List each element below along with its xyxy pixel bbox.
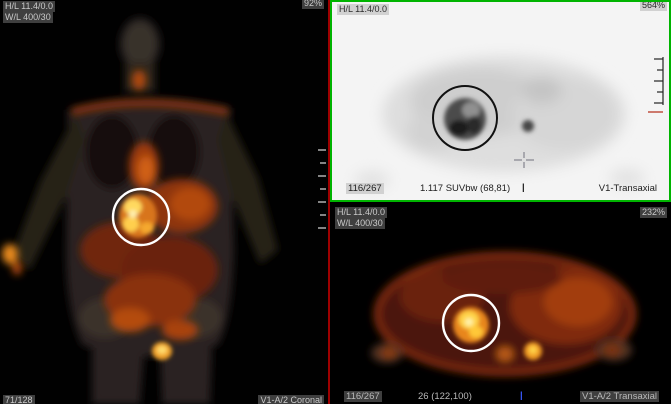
coronal-fused-image: [0, 0, 328, 404]
fused-hl-readout: H/L 11.4/0.0: [335, 207, 387, 218]
pet-cursor-divider: |: [522, 182, 525, 193]
pet-ct-viewer-window: H/L 11.4/0.0 W/L 400/30 92% 71/128 V1-A/…: [0, 0, 671, 404]
right-column: H/L 11.4/0.0 564% 116/267 1.117 SUVbw (6…: [330, 0, 671, 404]
coronal-zoom-level: 92%: [302, 0, 324, 9]
fused-transaxial-image: [330, 202, 671, 404]
coronal-wl-readout: W/L 400/30: [3, 12, 53, 23]
pet-hl-readout: H/L 11.4/0.0: [337, 4, 389, 15]
coronal-hl-readout: H/L 11.4/0.0: [3, 1, 55, 12]
fused-zoom-level: 232%: [640, 207, 667, 218]
fused-cursor-value: 26 (122,100): [418, 391, 472, 402]
fused-status-bar: 116/267 26 (122,100) | V1-A/2 Transaxial: [330, 390, 671, 404]
pet-status-bar: 116/267 1.117 SUVbw (68,81) | V1-Transax…: [332, 182, 669, 198]
fused-wl-readout: W/L 400/30: [335, 218, 385, 229]
pet-view-label: V1-Transaxial: [599, 183, 657, 194]
pet-zoom-level: 564%: [640, 0, 667, 11]
pet-slice-counter: 116/267: [346, 183, 384, 194]
fused-cursor-divider: |: [520, 390, 523, 401]
coronal-fused-viewport[interactable]: H/L 11.4/0.0 W/L 400/30 92% 71/128 V1-A/…: [0, 0, 328, 404]
pet-cursor-value: 1.117 SUVbw (68,81): [420, 183, 510, 194]
coronal-view-label: V1-A/2 Coronal: [258, 395, 324, 404]
fused-transaxial-viewport[interactable]: H/L 11.4/0.0 W/L 400/30 232% 116/267 26 …: [330, 202, 671, 404]
coronal-slice-counter: 71/128: [3, 395, 35, 404]
fused-view-label: V1-A/2 Transaxial: [580, 391, 659, 402]
pet-transaxial-viewport[interactable]: H/L 11.4/0.0 564% 116/267 1.117 SUVbw (6…: [330, 0, 671, 202]
pet-transaxial-image: [332, 2, 669, 200]
fused-slice-counter: 116/267: [344, 391, 382, 402]
fused-body-section: [371, 253, 635, 375]
